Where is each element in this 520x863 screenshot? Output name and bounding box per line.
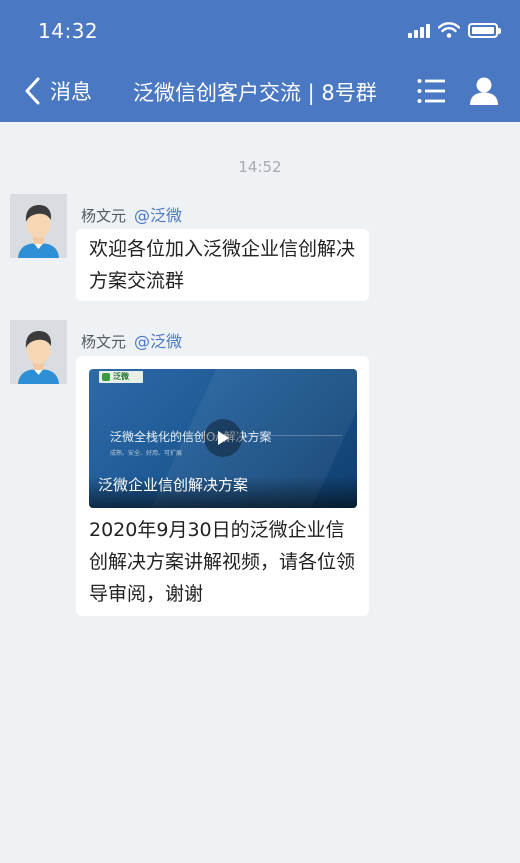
play-button[interactable]: [204, 419, 242, 457]
chevron-left-icon: [25, 77, 40, 105]
list-icon[interactable]: [417, 78, 445, 104]
message-bubble[interactable]: 泛微 泛微全栈化的信创OA解决方案 成熟、安全、好用、可扩展 泛微企业信创解决方…: [76, 356, 369, 616]
video-thumbnail[interactable]: 泛微 泛微全栈化的信创OA解决方案 成熟、安全、好用、可扩展 泛微企业信创解决方…: [89, 369, 357, 508]
message-bubble[interactable]: 欢迎各位加入泛微企业信创解决方案交流群: [76, 229, 369, 301]
person-avatar-icon: [18, 331, 59, 384]
status-icons: [408, 22, 501, 38]
message-text: 欢迎各位加入泛微企业信创解决方案交流群: [89, 238, 356, 292]
message-item: 杨文元 @泛微 泛微 泛微全栈化的信创OA解决方案 成熟、安全、好用、可扩展 泛微…: [10, 320, 510, 620]
message-item: 杨文元 @泛微 欢迎各位加入泛微企业信创解决方案交流群: [10, 194, 510, 306]
wifi-icon: [438, 22, 460, 38]
page-title: 泛微信创客户交流 | 8号群: [133, 81, 377, 105]
back-button[interactable]: 消息: [24, 76, 92, 106]
message-text: 2020年9月30日的泛微企业信创解决方案讲解视频，请各位领导审阅，谢谢: [89, 519, 356, 605]
time-separator: 14:52: [238, 158, 282, 176]
sender-name: 杨文元: [81, 333, 127, 351]
avatar[interactable]: [10, 320, 67, 384]
video-logo: 泛微: [99, 371, 143, 383]
signal-icon: [408, 22, 430, 38]
sender-line: 杨文元 @泛微: [81, 328, 182, 352]
mention-link[interactable]: @泛微: [134, 332, 182, 351]
chat-area[interactable]: 14:52 杨文元 @泛微 欢迎各位加入泛微企业信创解决方案交流群 杨文元 @泛…: [0, 122, 520, 863]
video-caption: 泛微企业信创解决方案: [98, 476, 249, 494]
play-icon: [218, 431, 229, 445]
mention-link[interactable]: @泛微: [134, 206, 182, 225]
person-avatar-icon: [18, 205, 59, 258]
status-time: 14:32: [38, 19, 99, 43]
top-header: 14:32 消息 泛微信创客户交流 | 8号群: [0, 0, 520, 122]
video-slide-subtitle: 成熟、安全、好用、可扩展: [110, 450, 183, 457]
back-label: 消息: [50, 80, 92, 104]
sender-line: 杨文元 @泛微: [81, 202, 182, 226]
user-icon[interactable]: [469, 76, 499, 106]
battery-icon: [468, 22, 501, 38]
sender-name: 杨文元: [81, 207, 127, 225]
avatar[interactable]: [10, 194, 67, 258]
